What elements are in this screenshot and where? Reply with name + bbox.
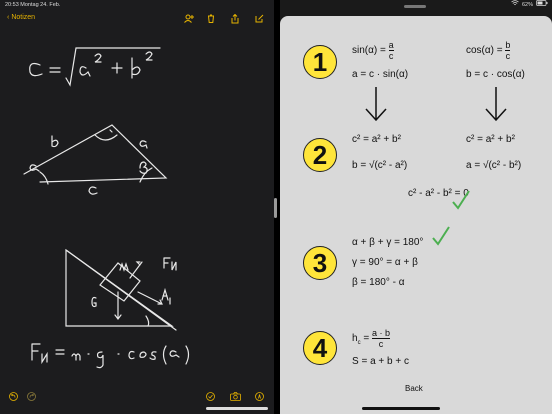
share-icon[interactable] (231, 13, 239, 26)
checkmark-icon (432, 226, 450, 246)
height-formula: hc = a · bc (352, 328, 390, 349)
cos-formula: cos(α) = bc (466, 40, 511, 61)
cos-numerator: b (505, 40, 511, 50)
height-subscript: c (357, 340, 361, 347)
status-time: 20:53 (5, 2, 19, 8)
status-date: Montag 24. Feb. (20, 2, 61, 8)
sin-denominator: c (388, 51, 394, 61)
angle-sum: α + β + γ = 180° (352, 237, 424, 248)
beta-formula: β = 180° - α (352, 277, 405, 288)
step-badge-3: 3 (303, 246, 337, 280)
checkmark-icon (452, 190, 470, 210)
home-indicator-right (362, 407, 440, 410)
markup-pen-icon[interactable] (255, 392, 264, 403)
step-badge-1: 1 (303, 45, 337, 79)
sin-numerator: a (388, 40, 394, 50)
undo-icon[interactable] (9, 392, 18, 403)
notes-back-label: Notizen (11, 14, 36, 21)
sin-lhs: sin(α) = (352, 45, 386, 57)
cos-lhs: cos(α) = (466, 45, 503, 57)
notes-pane: 20:53 Montag 24. Feb. ‹ Notizen (0, 0, 274, 414)
handwritten-note[interactable] (0, 30, 274, 370)
height-denominator: c (378, 339, 384, 349)
cos-denominator: c (505, 51, 511, 61)
redo-icon[interactable] (27, 392, 36, 403)
step-badge-4: 4 (303, 331, 337, 365)
share-person-icon[interactable] (184, 14, 195, 25)
solve-b: b = √(c² - a²) (352, 160, 408, 171)
wifi-icon (511, 0, 519, 10)
sin-formula: sin(α) = ac (352, 40, 394, 61)
arrow-down-left-icon (365, 87, 387, 122)
battery-percent: 62% (521, 2, 533, 8)
sheet-grabber[interactable] (404, 5, 426, 8)
checklist-icon[interactable] (206, 392, 215, 403)
pythagoras-right: c² = a² + b² (466, 134, 515, 145)
height-numerator: a · b (371, 328, 390, 338)
notes-toolbar: ‹ Notizen (0, 12, 274, 28)
status-indicators: 62% (511, 0, 548, 10)
camera-icon[interactable] (230, 392, 241, 403)
trash-icon[interactable] (207, 14, 215, 25)
notes-bottom-toolbar (0, 392, 274, 406)
back-button[interactable]: Back (405, 384, 423, 393)
notes-back-button[interactable]: ‹ Notizen (7, 14, 35, 21)
battery-icon (536, 0, 548, 10)
home-indicator-left (206, 407, 268, 410)
sin-solved: a = c · sin(α) (352, 69, 409, 80)
compose-icon[interactable] (255, 14, 264, 25)
perimeter-formula: S = a + b + c (352, 356, 409, 367)
arrow-down-right-icon (485, 87, 507, 122)
chevron-left-icon: ‹ (7, 14, 10, 21)
pythagoras-left: c² = a² + b² (352, 134, 401, 145)
step-badge-2: 2 (303, 138, 337, 172)
gamma-right-angle: γ = 90° = α + β (352, 257, 418, 268)
cos-solved: b = c · cos(α) (466, 69, 525, 80)
solve-a: a = √(c² - b²) (466, 160, 522, 171)
split-view-divider[interactable] (274, 198, 277, 218)
status-time-date: 20:53 Montag 24. Feb. (5, 0, 60, 10)
